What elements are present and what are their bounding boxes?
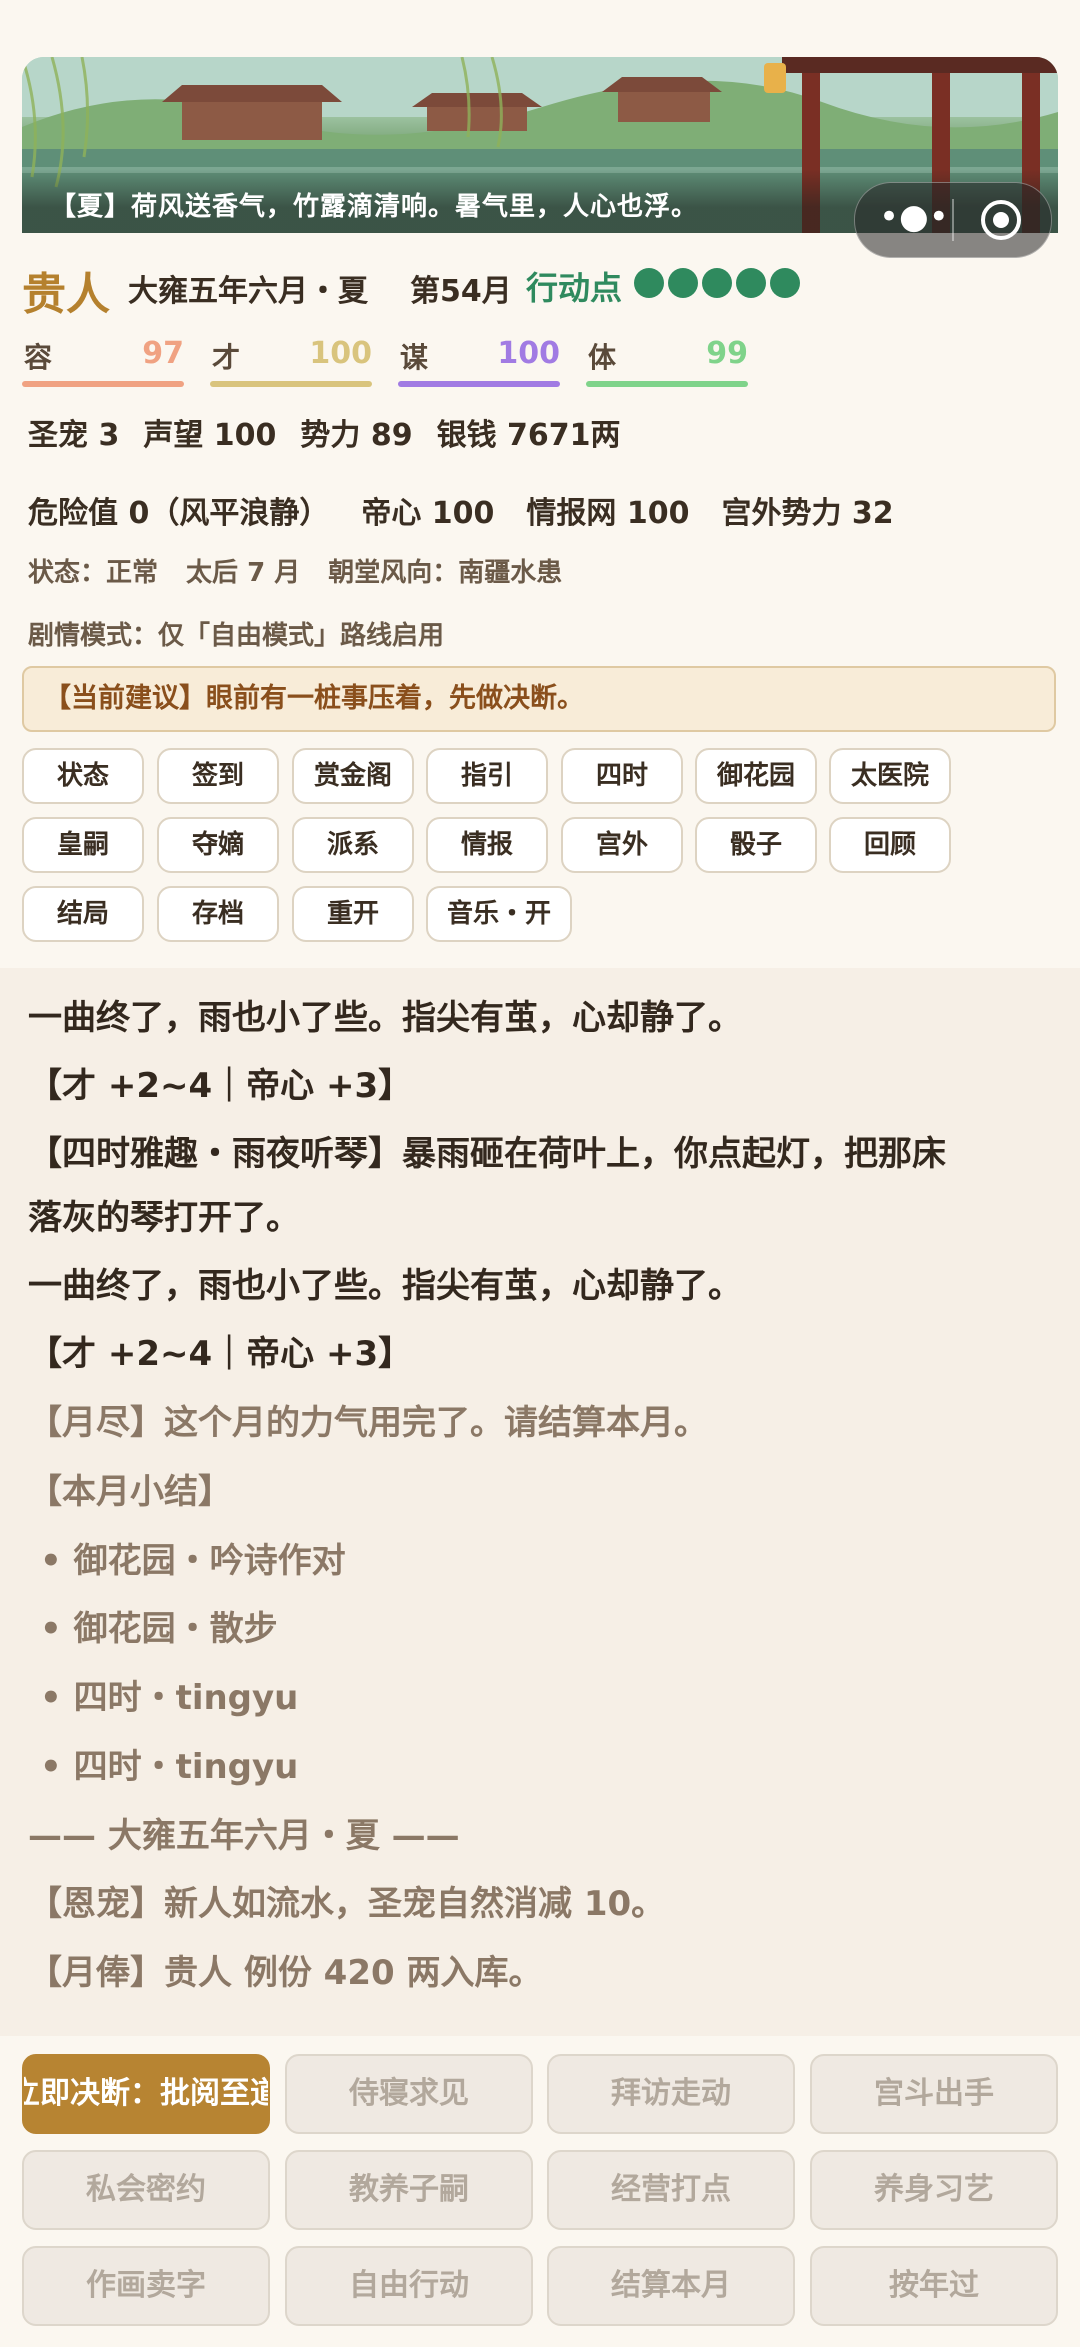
- status-line: 状态：正常 太后 7 月朝堂风向：南疆水患: [28, 552, 590, 589]
- stipend-notice: 【月俸】贵人 例份 420 两入库。: [28, 1953, 543, 1993]
- menu-intel-button[interactable]: 情报: [426, 817, 548, 873]
- story-effect: 【才 +2~4｜帝心 +3】: [28, 1066, 413, 1106]
- action-scheme-button[interactable]: 宫斗出手: [810, 2054, 1058, 2134]
- month-divider: —— 大雍五年六月・夏 ——: [28, 1816, 460, 1856]
- action-visit-button[interactable]: 拜访走动: [547, 2054, 795, 2134]
- favor-notice: 【恩宠】新人如流水，圣宠自然消减 10。: [28, 1884, 666, 1924]
- menu-restart-button[interactable]: 重开: [292, 886, 414, 942]
- menu-guide-button[interactable]: 指引: [426, 748, 548, 804]
- action-points-dots: [634, 268, 804, 302]
- stat-strategy: 谋 100: [398, 336, 560, 388]
- stat-value: 99: [706, 336, 748, 371]
- resource-silver: 银钱 7671两: [436, 418, 621, 453]
- stat-name: 谋: [400, 341, 429, 374]
- secondary-stats-line: 危险值 0（风平浪静） 帝心 100 情报网 100 宫外势力 32: [28, 488, 926, 532]
- month-summary-title: 【本月小结】: [28, 1472, 232, 1512]
- menu-music-toggle[interactable]: 音乐・开: [426, 886, 572, 942]
- resources-line: 圣宠 3 声望 100 势力 89 银钱 7671两: [28, 410, 645, 454]
- menu-garden-button[interactable]: 御花园: [695, 748, 817, 804]
- menu-checkin-button[interactable]: 签到: [157, 748, 279, 804]
- story-line: 【四时雅趣・雨夜听琴】暴雨砸在荷叶上，你点起灯，把那床: [28, 1134, 946, 1174]
- action-raise-heir-button[interactable]: 教养子嗣: [285, 2150, 533, 2230]
- story-mode-line: 剧情模式：仅「自由模式」路线启用: [28, 621, 445, 651]
- stat-bar: [586, 381, 748, 387]
- stat-value: 100: [309, 336, 372, 371]
- story-line-continued: 落灰的琴打开了。: [28, 1198, 300, 1238]
- stat-value: 100: [497, 336, 560, 371]
- stat-bar: [398, 381, 560, 387]
- stat-name: 才: [212, 341, 241, 374]
- story-effect: 【才 +2~4｜帝心 +3】: [28, 1334, 413, 1374]
- summary-item: • 御花园・散步: [40, 1609, 278, 1649]
- status-text: 状态：正常: [28, 558, 159, 588]
- menu-succession-button[interactable]: 夺嫡: [157, 817, 279, 873]
- resource-power: 势力 89: [300, 418, 413, 453]
- stat-body: 体 99: [586, 336, 748, 388]
- story-log[interactable]: 一曲终了，雨也小了些。指尖有茧，心却静了。 【才 +2~4｜帝心 +3】 【四时…: [0, 968, 1080, 2038]
- action-point-dot: [770, 268, 800, 298]
- turn-counter: 第54月: [410, 274, 512, 309]
- month-end-notice: 【月尽】这个月的力气用完了。请结算本月。: [28, 1403, 708, 1443]
- summary-item: • 四时・tingyu: [40, 1678, 299, 1718]
- action-train-button[interactable]: 养身习艺: [810, 2150, 1058, 2230]
- action-free-button[interactable]: 自由行动: [285, 2246, 533, 2326]
- game-date: 大雍五年六月・夏: [128, 274, 368, 309]
- action-points-label: 行动点: [526, 269, 623, 307]
- action-attend-button[interactable]: 侍寝求见: [285, 2054, 533, 2134]
- action-point-dot: [634, 268, 664, 298]
- action-secret-meeting-button[interactable]: 私会密约: [22, 2150, 270, 2230]
- banner-caption: 【夏】荷风送香气，竹露滴清响。暑气里，人心也浮。: [50, 192, 699, 222]
- stat-name: 容: [24, 341, 53, 374]
- menu-bounty-button[interactable]: 赏金阁: [292, 748, 414, 804]
- summary-item: • 四时・tingyu: [40, 1747, 299, 1787]
- resource-prestige: 声望 100: [143, 418, 277, 453]
- menu-factions-button[interactable]: 派系: [292, 817, 414, 873]
- menu-seasons-button[interactable]: 四时: [561, 748, 683, 804]
- menu-dice-button[interactable]: 骰子: [695, 817, 817, 873]
- action-point-dot: [702, 268, 732, 298]
- story-line: 一曲终了，雨也小了些。指尖有茧，心却静了。: [28, 998, 742, 1038]
- action-point-dot: [668, 268, 698, 298]
- action-point-dot: [736, 268, 766, 298]
- capsule-divider: [952, 199, 954, 241]
- empress-dowager-text: 太后 7 月: [186, 558, 301, 588]
- action-paint-button[interactable]: 作画卖字: [22, 2246, 270, 2326]
- menu-physician-button[interactable]: 太医院: [829, 748, 951, 804]
- emperor-heart: 帝心 100: [361, 496, 495, 531]
- intel-network: 情报网 100: [526, 496, 690, 531]
- action-manage-button[interactable]: 经营打点: [547, 2150, 795, 2230]
- menu-status-button[interactable]: 状态: [22, 748, 144, 804]
- stat-appearance: 容 97: [22, 336, 184, 388]
- stat-bar: [210, 381, 372, 387]
- menu-save-button[interactable]: 存档: [157, 886, 279, 942]
- court-trend-text: 朝堂风向：南疆水患: [328, 558, 563, 588]
- menu-endings-button[interactable]: 结局: [22, 886, 144, 942]
- menu-review-button[interactable]: 回顾: [829, 817, 951, 873]
- outside-power: 宫外势力 32: [721, 496, 894, 531]
- advice-banner: 【当前建议】眼前有一桩事压着，先做决断。: [22, 666, 1056, 732]
- stat-bar: [22, 381, 184, 387]
- more-options-icon[interactable]: •●•: [879, 197, 949, 241]
- close-target-icon[interactable]: [981, 200, 1021, 240]
- menu-outside-button[interactable]: 宫外: [561, 817, 683, 873]
- menu-heirs-button[interactable]: 皇嗣: [22, 817, 144, 873]
- decide-now-button[interactable]: 立即决断：批阅至道: [22, 2054, 270, 2134]
- story-line: 一曲终了，雨也小了些。指尖有茧，心却静了。: [28, 1266, 742, 1306]
- action-settle-month-button[interactable]: 结算本月: [547, 2246, 795, 2326]
- player-rank: 贵人: [22, 269, 110, 320]
- resource-favor: 圣宠 3: [28, 418, 120, 453]
- action-skip-year-button[interactable]: 按年过: [810, 2246, 1058, 2326]
- stat-value: 97: [142, 336, 184, 371]
- miniprogram-capsule: •●•: [854, 182, 1052, 258]
- stat-name: 体: [588, 341, 617, 374]
- summary-item: • 御花园・吟诗作对: [40, 1541, 346, 1581]
- action-panel: 立即决断：批阅至道 侍寝求见 拜访走动 宫斗出手 私会密约 教养子嗣 经营打点 …: [0, 2036, 1080, 2347]
- stat-talent: 才 100: [210, 336, 372, 388]
- danger-value: 危险值 0（风平浪静）: [28, 496, 330, 531]
